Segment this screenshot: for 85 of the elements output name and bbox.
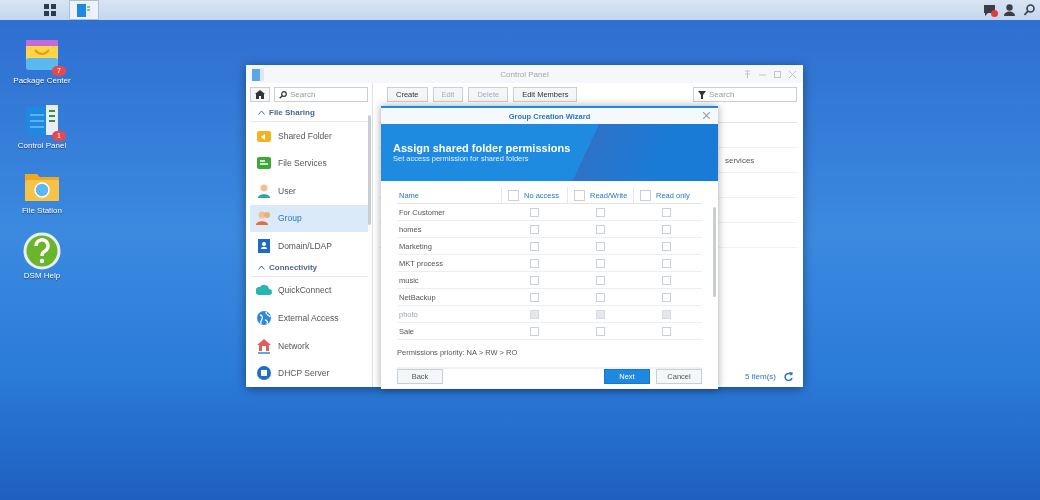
- sidebar-item[interactable]: Group: [250, 204, 368, 233]
- refresh-icon: [784, 372, 793, 381]
- checkbox[interactable]: [595, 258, 605, 268]
- checkbox[interactable]: [574, 189, 585, 201]
- desktop-icon-label[interactable]: DSM Help: [12, 271, 72, 280]
- checkbox[interactable]: [640, 189, 651, 201]
- notification-badge: [991, 10, 998, 17]
- caret-up-icon: [258, 265, 265, 271]
- maximize-icon: [773, 69, 782, 79]
- group-icon: [256, 210, 272, 227]
- desktop-icon-label[interactable]: Control Panel: [12, 141, 72, 150]
- checkbox[interactable]: [661, 275, 671, 285]
- list-cell: services: [725, 155, 755, 165]
- home-icon: [255, 90, 265, 99]
- checkbox[interactable]: [529, 275, 539, 285]
- id-card-icon: [256, 238, 272, 254]
- checkbox[interactable]: [661, 207, 671, 217]
- user-icon: [1003, 4, 1015, 16]
- checkbox[interactable]: [595, 241, 605, 251]
- sidebar-label: QuickConnect: [278, 285, 332, 296]
- checkbox[interactable]: [661, 224, 671, 234]
- desktop-icon-label[interactable]: File Station: [12, 206, 72, 215]
- app-icon: [252, 67, 264, 81]
- house-icon: [256, 337, 272, 354]
- notification-button[interactable]: [983, 4, 996, 16]
- sidebar-item[interactable]: Network: [250, 331, 368, 360]
- close-button[interactable]: [703, 112, 710, 119]
- scrollbar[interactable]: [713, 207, 716, 297]
- checkbox[interactable]: [529, 224, 539, 234]
- section-header[interactable]: File Sharing: [250, 105, 368, 122]
- checkbox[interactable]: [595, 292, 605, 302]
- pin-icon: [743, 69, 752, 79]
- help-icon: [22, 231, 62, 271]
- sidebar-item[interactable]: Domain/LDAP: [250, 232, 368, 260]
- checkbox[interactable]: [529, 258, 539, 268]
- checkbox[interactable]: [595, 224, 605, 234]
- user-icon: [256, 182, 272, 199]
- close-icon: [703, 112, 710, 119]
- sidebar-item[interactable]: User: [250, 177, 368, 205]
- sidebar-label: User: [278, 185, 296, 196]
- checkbox[interactable]: [529, 292, 539, 302]
- checkbox[interactable]: [529, 326, 539, 336]
- filter-icon: [698, 90, 706, 99]
- sidebar-label: Group: [278, 213, 302, 224]
- banner-heading: Assign shared folder permissions: [393, 142, 572, 154]
- checkbox[interactable]: [661, 241, 671, 251]
- close-icon: [788, 69, 797, 79]
- file-icon: [256, 155, 272, 172]
- caret-up-icon: [258, 110, 265, 116]
- checkbox[interactable]: [661, 292, 671, 302]
- sidebar-label: External Access: [278, 313, 339, 323]
- sidebar-item[interactable]: QuickConnect: [250, 276, 368, 305]
- sidebar-item[interactable]: External Access: [250, 304, 368, 332]
- search-placeholder: Search: [290, 90, 316, 99]
- desktop-icon-label[interactable]: Package Center: [12, 76, 72, 85]
- scrollbar[interactable]: [368, 115, 371, 225]
- checkbox[interactable]: [529, 241, 539, 251]
- globe-icon: [256, 310, 272, 326]
- sidebar-item[interactable]: DHCP Server: [250, 359, 368, 387]
- checkbox[interactable]: [595, 207, 605, 217]
- checkbox[interactable]: [595, 326, 605, 336]
- checkbox[interactable]: [661, 326, 671, 336]
- section-title: File Sharing: [269, 108, 315, 118]
- section-title: Connectivity: [269, 263, 317, 273]
- filter-placeholder: Search: [709, 90, 735, 99]
- checkbox[interactable]: [595, 275, 605, 285]
- search-icon: [279, 90, 287, 99]
- checkbox[interactable]: [508, 189, 519, 201]
- section-header[interactable]: Connectivity: [250, 259, 368, 277]
- sidebar-label: DHCP Server: [278, 368, 330, 379]
- checkbox[interactable]: [661, 258, 671, 268]
- sidebar-label: File Services: [278, 158, 327, 169]
- grid-icon: [44, 4, 56, 16]
- sidebar-label: Domain/LDAP: [278, 241, 332, 251]
- control-panel-icon: [77, 3, 91, 17]
- home-button[interactable]: [250, 87, 270, 102]
- sidebar-item[interactable]: Shared Folder: [250, 121, 368, 150]
- sidebar-label: Shared Folder: [278, 130, 332, 141]
- checkbox[interactable]: [529, 207, 539, 217]
- search-icon: [1023, 4, 1035, 16]
- sidebar-item[interactable]: File Services: [250, 149, 368, 177]
- refresh-button[interactable]: [784, 372, 793, 381]
- window-title: Control Panel: [500, 69, 549, 79]
- item-count: 5 item(s): [744, 372, 776, 381]
- sidebar-label: Network: [278, 340, 310, 351]
